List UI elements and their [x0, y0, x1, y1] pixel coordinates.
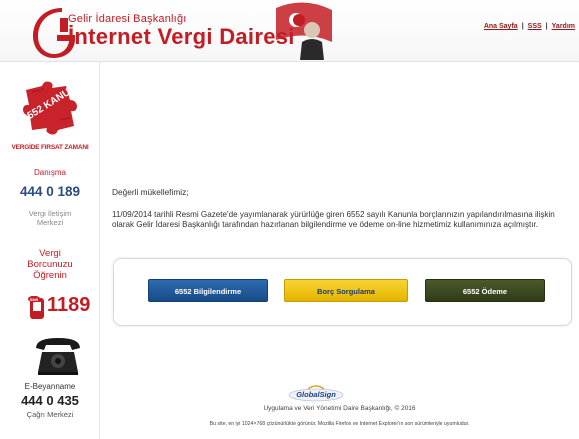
sms-label: SMS	[30, 297, 39, 302]
danisma-phone[interactable]: 444 0 189	[0, 184, 100, 199]
telephone-icon	[36, 338, 80, 375]
vergi-iletisim-line: Merkezi	[36, 218, 64, 227]
brand-title: İnternet Vergi Dairesi	[68, 24, 295, 49]
odeme-button[interactable]: 6552 Ödeme	[425, 279, 545, 302]
firsat-zamani-label[interactable]: VERGİDE FIRSAT ZAMANI	[0, 144, 100, 151]
vergi-borc-line: Vergi	[39, 248, 61, 259]
sms-1189-link[interactable]: SMS 1189	[28, 294, 98, 322]
greeting-text: Değerli mükellefimiz;	[112, 187, 189, 197]
sms-number: 1189	[47, 294, 91, 316]
footer-copyright: Uygulama ve Veri Yönetimi Daire Başkanlı…	[263, 405, 416, 412]
nav-separator: |	[521, 23, 524, 30]
nav-link-yardim[interactable]: Yardım	[552, 23, 575, 30]
nav-separator: |	[545, 23, 548, 30]
danisma-label: Danışma	[33, 168, 66, 177]
ebeyanname-phone[interactable]: 444 0 435	[0, 393, 100, 408]
vergi-borc-line: Borcunuzu	[27, 259, 73, 270]
globalsign-text: GlobalSign	[296, 390, 336, 399]
borc-sorgulama-button[interactable]: Borç Sorgulama	[284, 279, 408, 302]
bilgilendirme-button[interactable]: 6552 Bilgilendirme	[148, 279, 268, 302]
footer-compat-note: Bu site, en iyi 1024×768 çözünürlükte gö…	[209, 421, 470, 427]
left-sidebar: 6552 KANUN VERGİDE FIRSAT ZAMANI Danışma…	[0, 62, 100, 439]
nav-link-sss[interactable]: SSS	[528, 23, 542, 30]
vergi-borc-link[interactable]: Vergi Borcunuzu Öğrenin	[0, 248, 100, 281]
notice-paragraph: 11/09/2014 tarihli Resmi Gazete'de yayım…	[112, 210, 555, 229]
globalsign-logo-icon[interactable]: GlobalSign	[288, 384, 344, 402]
puzzle-6552-icon[interactable]: 6552 KANUN	[20, 76, 82, 138]
ataturk-flag-icon	[276, 2, 332, 60]
vergi-iletisim-line: Vergi İletişim	[28, 209, 72, 218]
vergi-borc-line: Öğrenin	[33, 270, 67, 281]
top-nav-links: Ana Sayfa | SSS | Yardım	[484, 23, 575, 30]
sms-phone-icon: SMS	[28, 296, 44, 319]
action-button-panel: 6552 Bilgilendirme Borç Sorgulama 6552 Ö…	[113, 258, 572, 326]
cagri-merkezi-label: Çağrı Merkezi	[26, 410, 74, 419]
nav-link-ana-sayfa[interactable]: Ana Sayfa	[484, 23, 518, 30]
page-header: Gelir İdaresi Başkanlığı İnternet Vergi …	[0, 0, 579, 62]
vergi-iletisim-label: Vergi İletişim Merkezi	[0, 209, 100, 227]
ebeyanname-label: E-Beyanname	[24, 382, 76, 391]
